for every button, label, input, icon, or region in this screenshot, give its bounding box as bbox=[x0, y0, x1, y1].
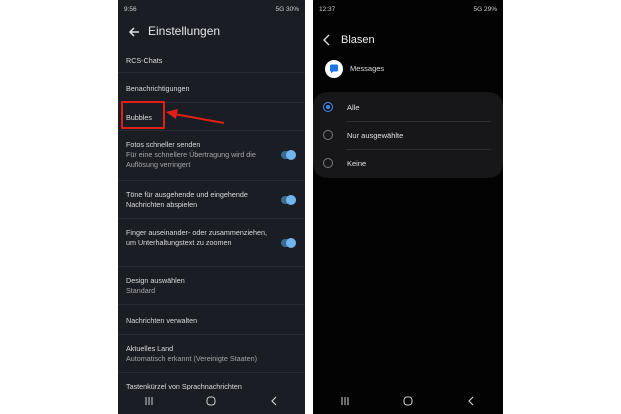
back-arrow-icon[interactable] bbox=[127, 25, 141, 39]
status-right-text: 5G 30% bbox=[275, 5, 300, 13]
divider bbox=[118, 334, 305, 335]
highlight-box bbox=[121, 101, 165, 129]
status-right-text: 5G 29% bbox=[473, 5, 498, 13]
back-nav-icon[interactable] bbox=[465, 395, 477, 407]
toggle-pinch-zoom[interactable] bbox=[281, 238, 296, 248]
right-phone-screen: 12:37 5G 29% Blasen Messages Alle Nur au… bbox=[313, 0, 503, 414]
option-label: Keine bbox=[347, 158, 367, 168]
app-name: Messages bbox=[350, 64, 385, 73]
divider bbox=[118, 304, 305, 305]
bubble-options-card: Alle Nur ausgewählte Keine bbox=[313, 92, 503, 178]
option-label: Alle bbox=[347, 102, 360, 112]
navigation-bar bbox=[118, 394, 305, 408]
status-bar: 9:56 5G 30% bbox=[124, 4, 299, 14]
status-indicators: 5G 30% bbox=[276, 6, 300, 13]
setting-label: RCS-Chats bbox=[126, 56, 163, 65]
back-chevron-icon[interactable] bbox=[322, 34, 332, 46]
app-bar: Einstellungen bbox=[118, 22, 305, 42]
setting-label: Tastenkürzel von Sprachnachrichten bbox=[126, 382, 242, 390]
home-icon[interactable] bbox=[205, 395, 217, 407]
setting-label: Fotos schneller senden bbox=[126, 140, 201, 149]
setting-voice-shortcuts[interactable]: Tastenkürzel von Sprachnachrichten bbox=[126, 382, 295, 390]
setting-label: Nachrichten verwalten bbox=[126, 316, 198, 325]
setting-label: Finger auseinander- oder zusammenziehen,… bbox=[126, 228, 268, 247]
setting-label: Aktuelles Land bbox=[126, 344, 174, 353]
setting-label: Töne für ausgehende und eingehende Nachr… bbox=[126, 190, 248, 209]
annotation-arrow-icon bbox=[166, 109, 225, 124]
page-title: Einstellungen bbox=[148, 24, 221, 38]
setting-notifications[interactable]: Benachrichtigungen bbox=[126, 84, 295, 94]
option-all[interactable]: Alle bbox=[323, 94, 493, 120]
back-nav-icon[interactable] bbox=[268, 395, 280, 407]
setting-description: Standard bbox=[126, 286, 156, 295]
option-none[interactable]: Keine bbox=[323, 150, 493, 176]
toggle-play-sounds[interactable] bbox=[281, 195, 296, 205]
radio-unselected[interactable] bbox=[323, 130, 333, 140]
divider bbox=[118, 72, 305, 73]
home-icon[interactable] bbox=[402, 395, 414, 407]
recent-apps-icon[interactable] bbox=[143, 395, 155, 407]
setting-send-photos-faster[interactable]: Fotos schneller senden Für eine schnelle… bbox=[126, 140, 271, 170]
setting-manage-messages[interactable]: Nachrichten verwalten bbox=[126, 316, 295, 326]
setting-current-country[interactable]: Aktuelles Land Automatisch erkannt (Vere… bbox=[126, 344, 295, 364]
navigation-bar bbox=[313, 394, 503, 408]
setting-play-sounds[interactable]: Töne für ausgehende und eingehende Nachr… bbox=[126, 190, 271, 210]
setting-label: Design auswählen bbox=[126, 276, 185, 285]
setting-rcs-chats[interactable]: RCS-Chats bbox=[126, 56, 295, 66]
setting-pinch-zoom[interactable]: Finger auseinander- oder zusammenziehen,… bbox=[126, 228, 271, 248]
divider bbox=[118, 180, 305, 181]
status-time: 12:37 bbox=[319, 5, 336, 13]
status-bar: 12:37 5G 29% bbox=[319, 4, 497, 14]
recent-apps-icon[interactable] bbox=[339, 395, 351, 407]
option-label: Nur ausgewählte bbox=[347, 130, 404, 140]
setting-description: Für eine schnellere Übertragung wird die… bbox=[126, 150, 256, 169]
status-time: 9:56 bbox=[124, 5, 137, 13]
messages-app-icon bbox=[325, 60, 343, 78]
page-title: Blasen bbox=[341, 34, 375, 46]
divider bbox=[118, 372, 305, 373]
divider bbox=[118, 218, 305, 219]
status-indicators: 5G 29% bbox=[474, 6, 498, 13]
left-phone-screen: 9:56 5G 30% Einstellungen RCS-Chats Bena… bbox=[118, 0, 305, 414]
setting-description: Automatisch erkannt (Vereinigte Staaten) bbox=[126, 354, 258, 363]
divider bbox=[118, 266, 305, 267]
option-selected-only[interactable]: Nur ausgewählte bbox=[323, 122, 493, 148]
divider bbox=[118, 130, 305, 131]
setting-choose-theme[interactable]: Design auswählen Standard bbox=[126, 276, 295, 296]
setting-label: Benachrichtigungen bbox=[126, 84, 190, 93]
chat-bubble-icon bbox=[330, 64, 338, 74]
radio-unselected[interactable] bbox=[323, 158, 333, 168]
radio-selected[interactable] bbox=[323, 102, 333, 112]
toggle-send-photos-faster[interactable] bbox=[281, 150, 296, 160]
